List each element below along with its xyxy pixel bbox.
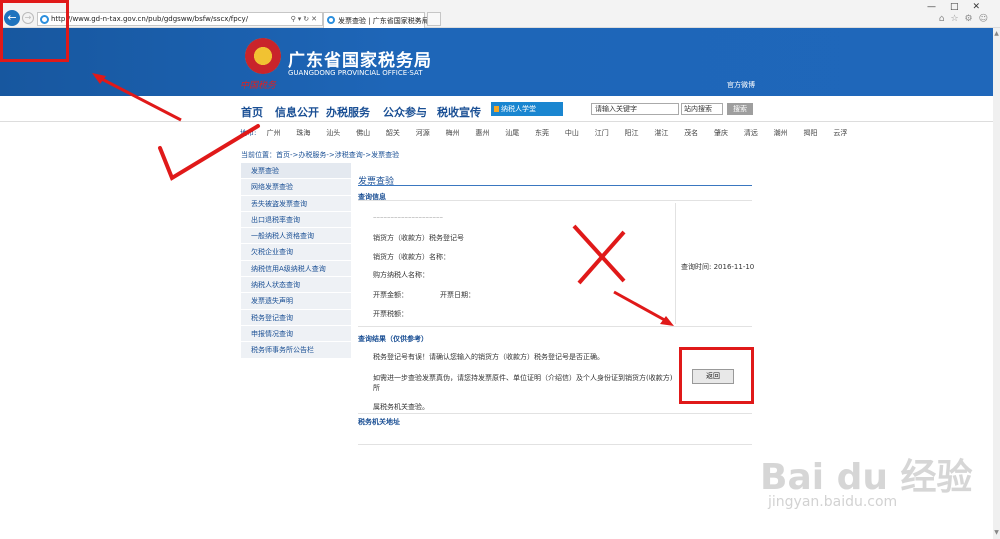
search-input[interactable]: 请输入关键字: [591, 103, 679, 115]
school-icon: [494, 106, 499, 112]
city-link[interactable]: 中山: [565, 129, 579, 137]
city-link[interactable]: 汕头: [326, 129, 340, 137]
result-hint-text: 如需进一步查验发票真伪，请您持发票原件、单位证明（介绍信）及个人身份证到销货方(…: [373, 374, 673, 392]
tax-emblem-icon: [245, 38, 281, 74]
sidebar-item[interactable]: 欠税企业查询: [241, 244, 351, 261]
nav-promotion[interactable]: 税收宣传: [437, 104, 481, 120]
org-name-en: GUANGDONG PROVINCIAL OFFICE·SAT: [288, 69, 423, 77]
sidebar-item[interactable]: 发票查验: [241, 163, 351, 180]
city-link[interactable]: 茂名: [684, 129, 698, 137]
masked-invoice-row: ––––––––––––––––––––: [373, 213, 443, 219]
city-link[interactable]: 潮州: [774, 129, 788, 137]
nav-services[interactable]: 办税服务: [326, 104, 370, 120]
baidu-watermark: Bai du 经验 jingyan.baidu.com: [760, 448, 980, 518]
scroll-up-icon[interactable]: ▲: [993, 30, 1000, 38]
nav-home[interactable]: 首页: [241, 104, 263, 120]
sidebar-menu: 发票查验 网络发票查验 丢失被盗发票查询 出口退税率查询 一般纳税人资格查询 欠…: [241, 163, 351, 359]
seller-name-label: 销货方（收款方）名称：: [373, 253, 450, 261]
result-hint-tail: 属税务机关查验。: [373, 403, 429, 411]
query-time: 查询时间: 2016-11-10: [681, 263, 755, 271]
city-link[interactable]: 肇庆: [714, 129, 728, 137]
address-tools-icon[interactable]: ⚲▾↻✕: [291, 15, 319, 23]
watermark-logo: Bai du 经验: [760, 457, 973, 498]
org-name-cn: 广东省国家税务局: [288, 51, 432, 71]
seller-tax-id-label: 销货方（收款方）税务登记号: [373, 234, 464, 242]
site-banner: [0, 28, 993, 96]
sidebar-item[interactable]: 出口退税率查询: [241, 211, 351, 229]
result-divider: [358, 413, 752, 414]
city-link[interactable]: 汕尾: [505, 129, 519, 137]
nav-participation[interactable]: 公众参与: [383, 104, 427, 120]
browser-tools-icons[interactable]: ⌂☆⚙☺: [939, 14, 994, 24]
close-tab-icon[interactable]: ×: [414, 15, 421, 24]
sidebar-item[interactable]: 发票遗失声明: [241, 293, 351, 310]
address-bar[interactable]: http://www.gd-n-tax.gov.cn/pub/gdgsww/bs…: [37, 12, 323, 26]
nav-info[interactable]: 信息公开: [275, 104, 319, 120]
emblem-text: 中国税务: [240, 81, 277, 91]
search-scope-select[interactable]: 站内搜索: [681, 103, 723, 115]
city-link[interactable]: 揭阳: [804, 129, 818, 137]
city-link[interactable]: 韶关: [386, 129, 400, 137]
city-link[interactable]: 河源: [416, 129, 430, 137]
address-section-header: 税务机关地址: [358, 418, 400, 426]
city-link[interactable]: 佛山: [356, 129, 370, 137]
new-tab-button[interactable]: [427, 12, 441, 26]
taxpayer-school-label: 纳税人学堂: [501, 105, 536, 113]
city-link[interactable]: 清远: [744, 129, 758, 137]
city-link[interactable]: 东莞: [535, 129, 549, 137]
amount-label: 开票金额：: [373, 291, 408, 299]
tax-label: 开票税额：: [373, 310, 408, 318]
weibo-link[interactable]: 官方微博: [727, 80, 755, 90]
info-divider: [675, 203, 676, 324]
date-label: 开票日期：: [440, 291, 475, 299]
sidebar-item[interactable]: 丢失被盗发票查询: [241, 195, 351, 212]
watermark-url: jingyan.baidu.com: [768, 494, 898, 510]
city-link[interactable]: 云浮: [833, 129, 847, 137]
sidebar-item[interactable]: 网络发票查验: [241, 179, 351, 196]
result-error-text: 税务登记号有误！请确认您输入的销货方（收款方）税务登记号是否正确。: [373, 353, 604, 361]
sidebar-item[interactable]: 一般纳税人资格查询: [241, 228, 351, 245]
buyer-name-label: 购方纳税人名称：: [373, 271, 429, 279]
sidebar-item[interactable]: 税务登记查询: [241, 309, 351, 326]
city-link[interactable]: 广州: [267, 129, 281, 137]
sidebar-item[interactable]: 纳税人状态查询: [241, 277, 351, 294]
page-scrollbar[interactable]: ▲ ▼: [993, 28, 1000, 539]
city-link[interactable]: 江门: [595, 129, 609, 137]
annotation-box-back: [0, 0, 69, 62]
city-bar-label: 地市:: [240, 129, 257, 137]
scroll-down-icon[interactable]: ▼: [993, 529, 1000, 537]
address-url: http://www.gd-n-tax.gov.cn/pub/gdgsww/bs…: [51, 15, 249, 23]
sidebar-item[interactable]: 纳税信用A级纳税人查询: [241, 260, 351, 278]
browser-tab[interactable]: 发票查验 | 广东省国家税务局 ×: [323, 12, 429, 28]
window-controls[interactable]: —□✕: [927, 2, 994, 12]
sidebar-item[interactable]: 税务师事务所公告栏: [241, 342, 351, 359]
search-button[interactable]: 搜索: [727, 103, 753, 115]
city-link[interactable]: 阳江: [625, 129, 639, 137]
address-divider: [358, 444, 752, 445]
result-section-header: 查询结果（仅供参考）: [358, 335, 428, 343]
annotation-box-return: [679, 347, 754, 404]
city-bar: 地市: 广州 珠海 汕头 佛山 韶关 河源 梅州 惠州 汕尾 东莞 中山 江门 …: [240, 128, 847, 140]
tab-favicon-icon: [327, 16, 335, 24]
city-link[interactable]: 珠海: [296, 129, 310, 137]
taxpayer-school-button[interactable]: 纳税人学堂: [491, 102, 563, 116]
sidebar-item[interactable]: 申报情况查询: [241, 325, 351, 343]
title-divider: [358, 185, 752, 186]
city-link[interactable]: 湛江: [654, 129, 668, 137]
city-link[interactable]: 梅州: [446, 129, 460, 137]
city-link[interactable]: 惠州: [475, 129, 489, 137]
breadcrumb[interactable]: 当前位置：首页->办税服务->涉税查询->发票查验: [241, 150, 399, 160]
